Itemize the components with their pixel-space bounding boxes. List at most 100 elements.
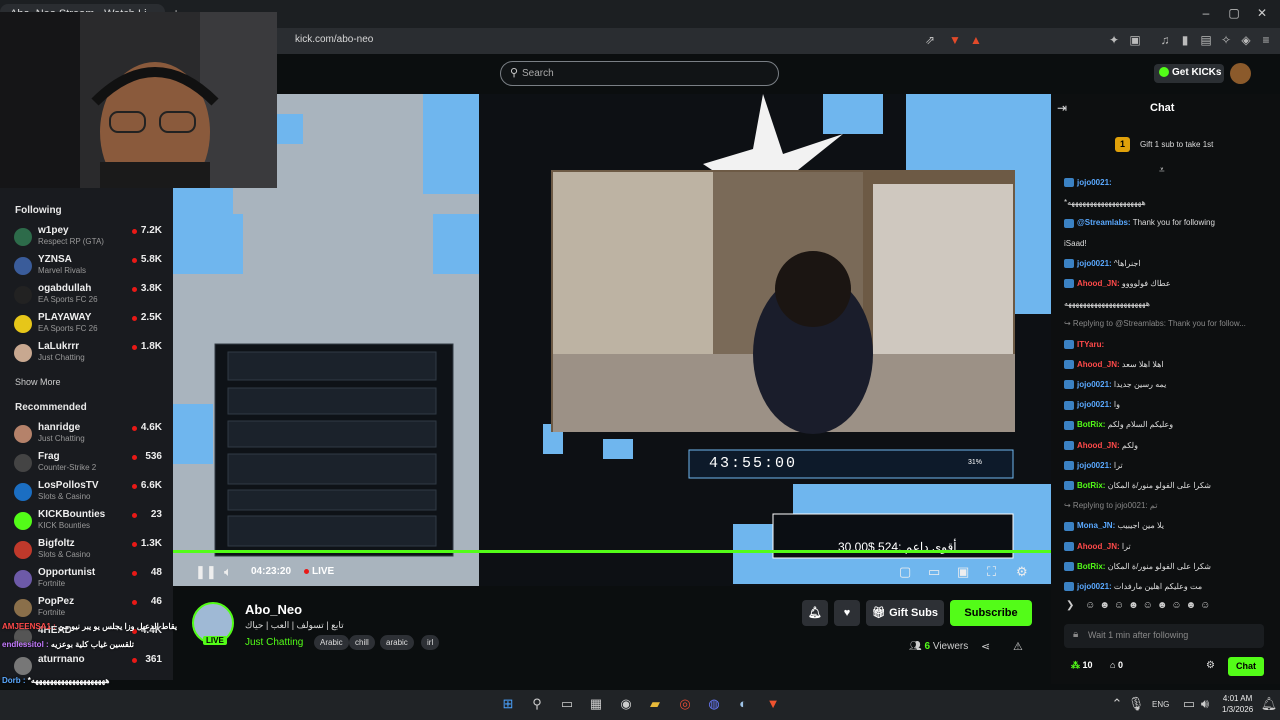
leo-ai-icon[interactable]: ✧ [1218,33,1234,47]
chat-message: ↪ Replying to @Streamlabs: Thank you for… [1064,318,1264,329]
brave-shield-icon[interactable]: ▼ [947,33,963,47]
close-icon[interactable]: ✕ [1252,6,1272,20]
sidebar-channel-ogabdullah[interactable]: ogabdullah EA Sports FC 26 3.8K [14,283,164,311]
sidebar-channel-bigfoltz[interactable]: Bigfoltz Slots & Casino 1.3K [14,538,164,566]
notifications-icon[interactable]: 🔔︎ [1260,696,1278,714]
vpn-icon[interactable]: ◈ [1238,33,1254,47]
sidebar-toggle-icon[interactable]: ▮ [1177,33,1193,47]
clip-icon[interactable]: ▢ [899,564,911,580]
sidebar-channel-frag[interactable]: Frag Counter-Strike 2 536 [14,451,164,479]
tag[interactable]: irl [421,635,440,650]
chat-username[interactable]: Mona_JN: [1077,521,1115,530]
gift-banner[interactable]: Gift 1 sub to take 1st [1140,140,1213,149]
follow-heart-icon[interactable]: ♥ [834,600,860,626]
brave-rewards-icon[interactable]: ▲ [968,33,984,47]
chrome-icon[interactable]: ◎ [676,696,694,714]
live-dot-icon [132,229,137,234]
chat-username[interactable]: Ahood_JN: [1077,441,1120,450]
kicks-balance[interactable]: ⁂ 10 [1071,660,1093,671]
sidebar-channel-playaway[interactable]: PLAYAWAY EA Sports FC 26 2.5K [14,312,164,340]
extensions-icon[interactable]: ✦ [1106,33,1122,47]
menu-icon[interactable]: ≡ [1258,33,1274,47]
discord-icon[interactable]: ◍ [705,696,723,714]
tag[interactable]: arabic [380,635,414,650]
channel-name: YZNSA [38,254,72,265]
chat-username[interactable]: BotRix: [1077,481,1105,490]
show-more-button[interactable]: Show More [15,377,61,387]
settings-icon[interactable]: ⚙ [1016,564,1028,580]
sidebar-channel-opportunist[interactable]: Opportunist Fortnite 48 [14,567,164,595]
pinned-chevron-icon[interactable]: ⩡ [1159,165,1165,176]
chat-username[interactable]: Ahood_JN: [1077,542,1120,551]
chat-settings-icon[interactable]: ⚙ [1206,660,1215,671]
chat-username[interactable]: jojo0021: [1077,259,1112,268]
url-field[interactable]: kick.com/abo-neo [295,34,373,45]
subscribe-button[interactable]: Subscribe [950,600,1032,626]
overlay-chat-user: endlessitol : [2,640,49,649]
sidebar-channel-kickbounties[interactable]: KICKBounties KICK Bounties 23 [14,509,164,537]
badge-icon [1064,541,1074,551]
system-clock[interactable]: 4:01 AM 1/3/2026 [1222,693,1253,715]
notification-bell-icon[interactable]: 🔔︎ [802,600,828,626]
collapse-chat-icon[interactable]: ⇥ [1057,101,1067,115]
taskbar-search-icon[interactable]: ⚲ [528,696,546,714]
sidebar-channel-yznsa[interactable]: YZNSA Marvel Rivals 5.8K [14,254,164,282]
maximize-icon[interactable]: ▢ [1224,6,1244,20]
sidebar-channel-hanridge[interactable]: hanridge Just Chatting 4.6K [14,422,164,450]
steam-icon[interactable]: ◐ [734,696,752,714]
chat-username[interactable]: jojo0021: [1077,582,1112,591]
channel-viewers: 6.6K [140,480,162,491]
tray-chevron-icon[interactable]: ⌃ [1108,696,1126,714]
chat-username[interactable]: Ahood_JN: [1077,360,1120,369]
share-icon[interactable]: ⇗ [922,33,938,47]
theater-mode-icon[interactable]: ▭ [928,564,940,580]
brave-icon[interactable]: ▼ [764,696,782,714]
chat-username[interactable]: jojo0021: [1077,461,1112,470]
chat-input[interactable]: Wait 1 min after following [1064,624,1264,648]
live-dot-icon [132,484,137,489]
channel-avatar [14,286,32,304]
tag[interactable]: chill [349,635,375,650]
chat-username[interactable]: ITYaru: [1077,340,1104,349]
chat-username[interactable]: BotRix: [1077,420,1105,429]
pause-icon[interactable]: ❚❚ [195,564,217,580]
badge-icon [1064,562,1074,572]
obs-icon[interactable]: ◉ [617,696,635,714]
screenshot-icon[interactable]: ▣ [1127,33,1143,47]
windows-start-icon[interactable]: ⊞ [499,696,517,714]
language-indicator[interactable]: ENG [1152,700,1169,709]
chat-username[interactable]: jojo0021: [1077,178,1112,187]
chat-username[interactable]: jojo0021: [1077,400,1112,409]
minimize-icon[interactable]: – [1196,6,1216,20]
chat-username[interactable]: jojo0021: [1077,380,1112,389]
sidebar-channel-w1pey[interactable]: w1pey Respect RP (GTA) 7.2K [14,225,164,253]
mic-icon[interactable]: 🎙︎ [1127,696,1145,714]
gift-subs-button[interactable]: 🎁︎ Gift Subs [866,600,944,626]
chat-username[interactable]: @Streamlabs: [1077,218,1131,227]
tag[interactable]: Arabic [314,635,349,650]
sidebar-channel-lalukrrr[interactable]: LaLukrrr Just Chatting 1.8K [14,341,164,369]
sidebar-channel-lospollostv[interactable]: LosPollosTV Slots & Casino 6.6K [14,480,164,508]
media-icon[interactable]: ♫ [1157,33,1173,47]
chat-username[interactable]: Ahood_JN: [1077,279,1120,288]
pip-icon[interactable]: ▣ [957,564,969,580]
file-explorer-icon[interactable]: ▰ [646,696,664,714]
report-icon[interactable]: ⚠ [1013,640,1023,653]
task-view-icon[interactable]: ▭ [558,696,576,714]
streamer-name[interactable]: Abo_Neo [245,602,302,617]
share-icon[interactable]: ⋖ [981,640,990,653]
wallet-icon[interactable]: ▤ [1198,33,1214,47]
stream-category[interactable]: Just Chatting [245,637,303,648]
emote-bar[interactable]: ❯ ☺☻☺☻☺☻☺☻☺ [1066,600,1214,611]
chat-send-button[interactable]: Chat [1228,657,1264,676]
video-player[interactable] [173,94,1051,586]
volume-tray-icon[interactable]: 🔊︎ [1196,696,1214,714]
sidebar-channel-poppez[interactable]: PopPez Fortnite 46 [14,596,164,624]
volume-icon[interactable]: 🔈︎ [224,564,232,580]
chat-username[interactable]: BotRix: [1077,562,1105,571]
channel-name: Bigfoltz [38,538,75,549]
store-icon[interactable]: ▦ [587,696,605,714]
channel-points[interactable]: ⌂ 0 [1110,660,1123,670]
user-avatar[interactable] [1230,63,1251,84]
fullscreen-icon[interactable]: ⛶ [987,564,996,580]
